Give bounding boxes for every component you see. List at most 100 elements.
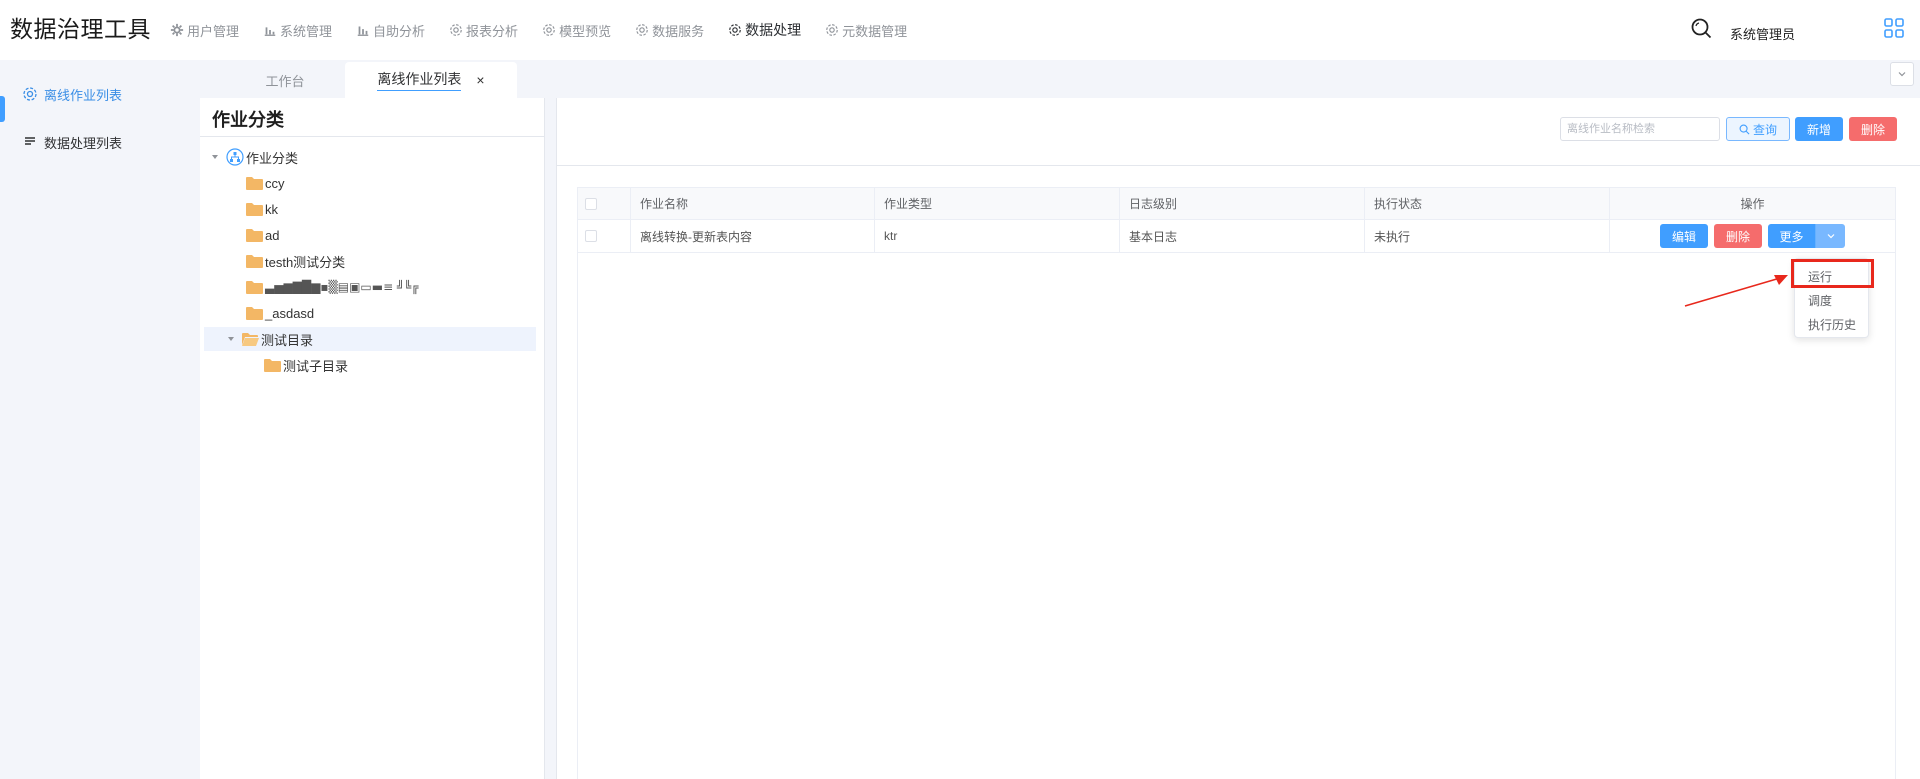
app-title: 数据治理工具: [10, 17, 151, 43]
row-checkbox[interactable]: [585, 230, 597, 242]
tree-node-ad[interactable]: ad: [246, 223, 279, 247]
tree-node-label: ad: [265, 227, 280, 243]
nav-item-user-management[interactable]: 用户管理: [170, 21, 239, 40]
nav-item-report-analysis[interactable]: 报表分析: [449, 21, 518, 40]
sidebar: 离线作业列表 数据处理列表: [0, 60, 200, 779]
search-icon: [1739, 124, 1750, 134]
tree-node-label: kk: [265, 201, 278, 217]
job-type-cell: ktr: [875, 220, 1120, 252]
log-level-cell: 基本日志: [1120, 220, 1365, 252]
tree-node-label: ccy: [265, 175, 285, 191]
tree-node-asdasd[interactable]: _asdasd: [246, 301, 314, 325]
select-all-checkbox[interactable]: [585, 197, 597, 210]
nav-item-label: 自助分析: [373, 23, 426, 39]
tree-node-label: 测试子目录: [283, 358, 349, 374]
nav-item-label: 报表分析: [466, 23, 519, 39]
row-delete-button[interactable]: 删除: [1714, 224, 1762, 248]
column-header: 操作: [1740, 197, 1765, 211]
table-header: 作业名称 作业类型 日志级别 执行状态 操作: [578, 188, 1895, 220]
gear-icon: [450, 24, 462, 36]
nav-item-label: 元数据管理: [842, 23, 908, 39]
caret-down-icon[interactable]: [226, 334, 236, 344]
status-cell: 未执行: [1365, 220, 1610, 252]
column-header: 作业类型: [875, 188, 1120, 219]
tree-node-label: _asdasd: [265, 305, 315, 321]
more-dropdown-toggle[interactable]: [1815, 224, 1845, 248]
nav-item-self-analysis[interactable]: 自助分析: [356, 21, 425, 40]
tree-node-garbled[interactable]: ▃▅▆▇█▆▪▒▤▣▭▬≡ ╝╚╔: [246, 275, 419, 299]
divider: [557, 165, 1920, 166]
chevron-down-icon: [1827, 234, 1834, 239]
edit-button[interactable]: 编辑: [1660, 224, 1708, 248]
query-button[interactable]: 查询: [1726, 117, 1790, 141]
gear-icon: [543, 24, 555, 36]
folder-icon: [246, 281, 263, 294]
tree-node-label: 作业分类: [246, 150, 299, 166]
row-checkbox-cell: [578, 220, 631, 252]
tree-node-root[interactable]: 作业分类: [210, 145, 298, 169]
chevron-down-icon: [1898, 72, 1906, 77]
nav-item-label: 模型预览: [559, 23, 612, 39]
gear-icon: [826, 24, 838, 36]
nav-item-system-management[interactable]: 系统管理: [263, 21, 332, 40]
query-button-label: 查询: [1752, 122, 1777, 137]
folder-open-icon: [242, 333, 259, 346]
tab-menu-button[interactable]: [1890, 62, 1914, 86]
nav-item-data-service[interactable]: 数据服务: [635, 21, 704, 40]
search-icon[interactable]: [1690, 17, 1714, 41]
bar-chart-icon: [264, 27, 276, 36]
tree-node-label: testh测试分类: [265, 254, 346, 270]
nav-item-metadata-management[interactable]: 元数据管理: [825, 21, 907, 40]
column-header: 作业名称: [631, 188, 875, 219]
menu-item-history[interactable]: 执行历史: [1795, 312, 1870, 336]
table-row[interactable]: 离线转换-更新表内容 ktr 基本日志 未执行 编辑 删除 更多: [578, 220, 1895, 253]
tab-label: 离线作业列表: [377, 69, 462, 91]
tree-node-ccy[interactable]: ccy: [246, 171, 285, 195]
tree-node-label: ▃▅▆▇█▆▪▒▤▣▭▬≡ ╝╚╔: [265, 280, 419, 294]
tree-node-test-dir[interactable]: 测试目录: [204, 327, 536, 351]
annotation-arrow: [1684, 275, 1788, 307]
sidebar-item-offline-jobs[interactable]: 离线作业列表: [0, 74, 200, 122]
user-name[interactable]: 系统管理员: [1730, 24, 1795, 43]
add-button[interactable]: 新增: [1795, 117, 1843, 141]
job-name-cell: 离线转换-更新表内容: [631, 220, 875, 252]
bar-chart-icon: [357, 26, 369, 36]
tab-bar: 工作台 离线作业列表 ×: [200, 60, 1920, 98]
sidebar-item-data-processing-list[interactable]: 数据处理列表: [0, 122, 200, 162]
tab-offline-jobs[interactable]: 离线作业列表 ×: [345, 62, 517, 98]
gear-icon: [729, 24, 741, 36]
highlight-box: [1791, 259, 1874, 288]
folder-icon: [246, 177, 263, 190]
menu-item-schedule[interactable]: 调度: [1795, 288, 1870, 312]
folder-icon: [246, 307, 263, 320]
top-bar: 数据治理工具 用户管理 系统管理 自助分析 报表分析 模型预览 数据服务 数据处: [0, 0, 1920, 60]
close-icon[interactable]: ×: [476, 72, 484, 88]
gear-icon: [636, 24, 648, 36]
column-header: 日志级别: [1120, 188, 1365, 219]
gear-icon: [23, 87, 37, 101]
top-nav: 用户管理 系统管理 自助分析 报表分析 模型预览 数据服务 数据处理 元数据管理: [170, 20, 931, 40]
job-list-panel: 查询 新增 删除 作业名称 作业类型 日志级别 执行状态 操作 离线转换-更新表…: [556, 98, 1920, 779]
apps-grid-icon[interactable]: [1884, 18, 1904, 38]
nav-item-data-processing[interactable]: 数据处理: [728, 20, 801, 40]
tree-node-test-subdir[interactable]: 测试子目录: [264, 353, 348, 377]
category-panel: 作业分类 作业分类 ccy kk ad testh测试分类 ▃▅▆▇█▆▪▒▤▣…: [200, 98, 545, 779]
caret-down-icon[interactable]: [210, 152, 220, 162]
header-checkbox-cell: [578, 188, 631, 219]
tree-node-kk[interactable]: kk: [246, 197, 278, 221]
org-tree-icon: [226, 148, 244, 166]
tab-workbench[interactable]: 工作台: [230, 62, 340, 98]
folder-icon: [264, 359, 281, 372]
more-button[interactable]: 更多: [1768, 224, 1815, 248]
folder-icon: [246, 203, 263, 216]
sidebar-item-label: 离线作业列表: [44, 87, 123, 103]
job-search-input[interactable]: [1560, 117, 1720, 141]
nav-item-model-preview[interactable]: 模型预览: [542, 21, 611, 40]
category-title: 作业分类: [212, 110, 284, 130]
delete-button[interactable]: 删除: [1849, 117, 1897, 141]
tree-node-testh[interactable]: testh测试分类: [246, 249, 345, 273]
nav-item-label: 数据处理: [745, 22, 802, 38]
folder-icon: [246, 255, 263, 268]
list-icon: [25, 137, 35, 145]
nav-item-label: 数据服务: [652, 23, 705, 39]
